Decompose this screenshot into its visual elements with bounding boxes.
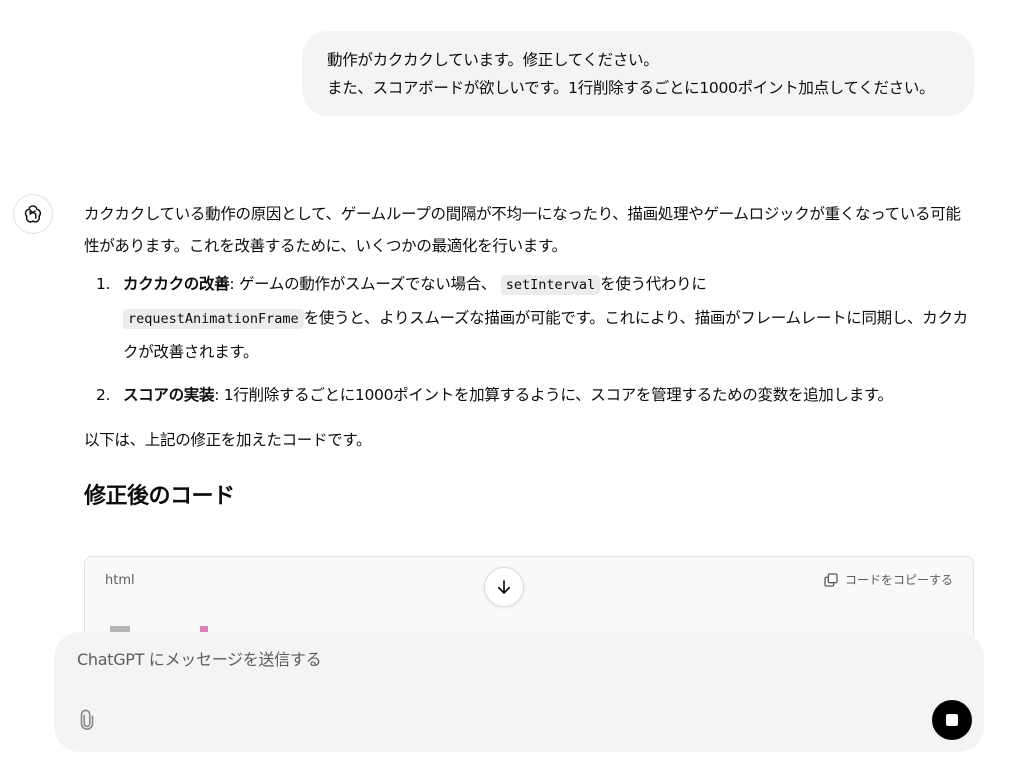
copy-code-label: コードをコピーする [844, 573, 953, 587]
arrow-down-icon [497, 580, 511, 594]
point-text: : 1行削除するごとに1000ポイントを加算するように、スコアを管理するための変… [214, 386, 893, 404]
points-list: 1. カクカクの改善: ゲームの動作がスムーズでない場合、 setInterva… [84, 268, 974, 412]
inline-code: requestAnimationFrame [123, 309, 304, 329]
section-title: 修正後のコード [84, 484, 235, 509]
assistant-message: カクカクしている動作の原因として、ゲームループの間隔が不均一になったり、描画処理… [84, 198, 974, 513]
list-item: 2. スコアの実装: 1行削除するごとに1000ポイントを加算するように、スコア… [96, 379, 974, 412]
paperclip-icon [80, 709, 94, 730]
stop-generating-button[interactable] [932, 700, 972, 740]
list-number: 1. [96, 275, 111, 293]
point-text: を使う代わりに [600, 275, 707, 293]
user-message-line: また、スコアボードが欲しいです。1行削除するごとに1000ポイント加点してくださ… [327, 79, 935, 97]
chatgpt-logo-icon [24, 205, 42, 223]
attach-button[interactable] [76, 708, 100, 732]
assistant-intro: カクカクしている動作の原因として、ゲームループの間隔が不均一になったり、描画処理… [84, 205, 961, 255]
point-title: カクカクの改善 [123, 275, 230, 293]
point-title: スコアの実装 [123, 386, 215, 404]
list-item: 1. カクカクの改善: ゲームの動作がスムーズでない場合、 setInterva… [96, 268, 974, 369]
user-message-bubble: 動作がカクカクしています。修正してください。 また、スコアボードが欲しいです。1… [302, 31, 974, 116]
message-input[interactable] [77, 650, 877, 669]
inline-code: setInterval [500, 275, 601, 295]
stop-icon [946, 714, 958, 726]
code-language-label: html [105, 573, 135, 588]
user-message-line: 動作がカクカクしています。修正してください。 [327, 51, 659, 69]
assistant-avatar [13, 194, 53, 234]
copy-code-button[interactable]: コードをコピーする [823, 571, 953, 588]
list-number: 2. [96, 386, 111, 404]
chat-page: 動作がカクカクしています。修正してください。 また、スコアボードが欲しいです。1… [0, 0, 1017, 762]
scroll-to-bottom-button[interactable] [484, 567, 524, 607]
message-composer [54, 632, 984, 752]
assistant-after-text: 以下は、上記の修正を加えたコードです。 [84, 431, 372, 449]
copy-icon [824, 572, 838, 587]
point-text: : ゲームの動作がスムーズでない場合、 [229, 275, 497, 293]
